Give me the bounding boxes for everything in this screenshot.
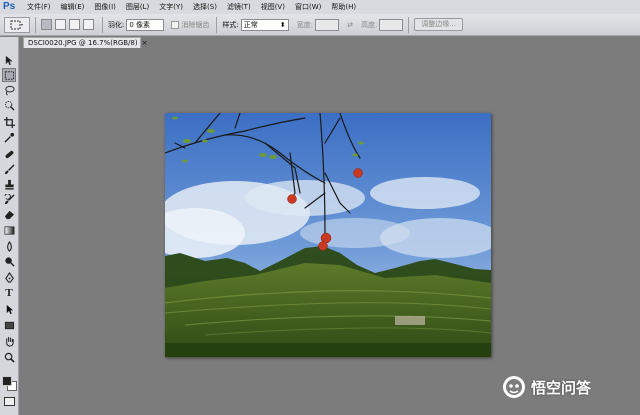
brush-tool-icon[interactable] [2,162,16,176]
antialias-checkbox[interactable] [171,20,180,29]
marquee-icon [10,20,23,29]
tools-panel: T [0,37,19,415]
path-selection-tool-icon[interactable] [2,302,16,316]
intersect-selection-button[interactable] [83,19,94,30]
marquee-tool-icon[interactable] [2,68,16,82]
menu-view[interactable]: 视图(V) [256,0,290,14]
hand-tool-icon[interactable] [2,334,16,348]
options-bar: 羽化: 0 像素 消除锯齿 样式: 正常 ⬍ 宽度: ⇄ 高度: 调整边缘... [0,14,640,36]
type-tool-icon[interactable]: T [2,286,16,300]
style-select[interactable]: 正常 ⬍ [240,18,289,31]
zoom-tool-icon[interactable] [2,350,16,364]
style-label: 样式: [222,20,239,29]
menu-window[interactable]: 窗口(W) [290,0,326,14]
tool-preset-picker[interactable] [4,16,30,33]
quick-mask-icon[interactable] [4,397,15,406]
eyedropper-tool-icon[interactable] [2,130,16,144]
subtract-from-selection-button[interactable] [69,19,80,30]
history-brush-tool-icon[interactable] [2,192,16,206]
menu-edit[interactable]: 编辑(E) [56,0,90,14]
pen-tool-icon[interactable] [2,270,16,284]
clone-stamp-tool-icon[interactable] [2,177,16,191]
menu-file[interactable]: 文件(F) [22,0,56,14]
menu-bar: Ps 文件(F) 编辑(E) 图像(I) 图层(L) 文字(Y) 选择(S) 滤… [0,0,640,14]
watermark: 悟空问答 [502,374,591,400]
menu-filter[interactable]: 滤镜(T) [222,0,256,14]
add-to-selection-button[interactable] [55,19,66,30]
wukong-logo-icon [503,376,525,398]
menu-image[interactable]: 图像(I) [89,0,121,14]
rectangle-tool-icon[interactable] [2,318,16,332]
crop-tool-icon[interactable] [2,115,16,129]
separator [35,16,36,33]
document-tab[interactable]: DSCI0020.JPG @ 16.7%(RGB/8) × [23,37,147,48]
document-image[interactable] [165,113,491,357]
separator [216,16,218,33]
refine-edge-button[interactable]: 调整边缘... [414,18,463,31]
menu-layer[interactable]: 图层(L) [121,0,154,14]
quick-selection-tool-icon[interactable] [2,98,16,112]
blur-tool-icon[interactable] [2,239,16,253]
close-icon[interactable]: × [142,38,148,48]
feather-input[interactable]: 0 像素 [126,18,165,31]
antialias-label: 消除锯齿 [181,20,210,29]
separator [102,16,103,33]
dodge-tool-icon[interactable] [2,254,16,268]
width-label: 宽度: [296,20,314,29]
height-label: 高度: [360,20,378,29]
height-input[interactable] [379,18,404,31]
foreground-color-swatch[interactable] [2,376,12,386]
gradient-tool-icon[interactable] [2,223,16,237]
width-input[interactable] [315,18,340,31]
style-select-value: 正常 [243,20,258,29]
feather-label: 羽化: [108,20,125,29]
separator [408,16,410,33]
eraser-tool-icon[interactable] [2,207,16,221]
swap-icon[interactable]: ⇄ [347,21,353,29]
new-selection-button[interactable] [41,19,52,30]
menu-type[interactable]: 文字(Y) [154,0,188,14]
lasso-tool-icon[interactable] [2,83,16,97]
photoshop-logo: Ps [3,1,16,12]
watermark-text: 悟空问答 [531,378,592,397]
chevron-down-icon: ⬍ [279,20,286,29]
move-tool-icon[interactable] [2,53,16,67]
menu-select[interactable]: 选择(S) [188,0,222,14]
document-tab-title: DSCI0020.JPG @ 16.7%(RGB/8) [28,39,138,47]
menu-help[interactable]: 帮助(H) [326,0,361,14]
healing-brush-tool-icon[interactable] [2,147,16,161]
landscape-photo [165,113,491,357]
